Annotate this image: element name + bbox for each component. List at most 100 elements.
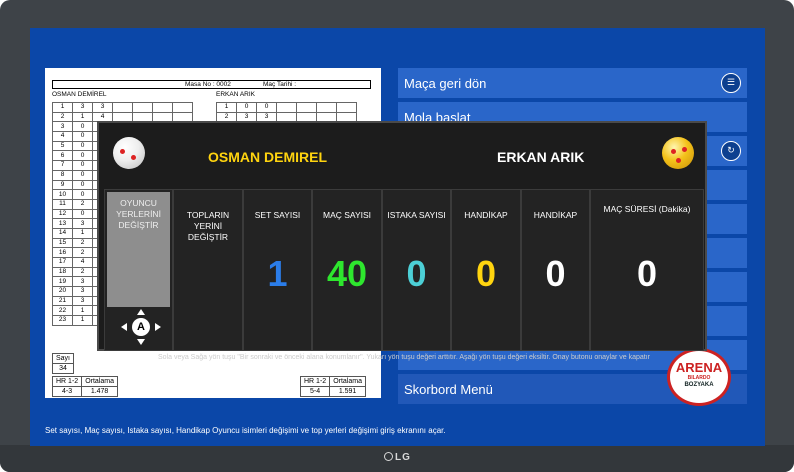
promo-text: ARENA (675, 360, 723, 375)
cue-count-value: 0 (406, 253, 427, 294)
sheet-player2: ERKAN ARIK (216, 91, 256, 98)
table-cell: 21 (52, 295, 73, 307)
cue-count-field[interactable]: ISTAKA SAYISI 0 (382, 189, 451, 351)
table-cell (336, 102, 357, 113)
table-cell: 3 (72, 295, 93, 307)
table-cell: 9 (52, 179, 73, 191)
yellow-ball-icon (662, 137, 694, 169)
right-hr: 5-4 (299, 386, 331, 397)
table-cell: 3 (52, 121, 73, 133)
table-row: 133 (52, 102, 193, 113)
match-duration-field[interactable]: MAÇ SÜRESİ (Dakika) 0 (590, 189, 704, 351)
swap-players-button[interactable]: OYUNCU YERLERİNİ DEĞİŞTİR A (104, 189, 173, 351)
table-cell: 23 (52, 315, 73, 326)
match-count-value: 40 (326, 253, 368, 294)
swap-balls-button[interactable]: TOPLARIN YERİNİ DEĞİŞTİR (173, 189, 243, 351)
brand-logo: LG (384, 452, 411, 463)
table-cell (172, 102, 193, 113)
table-cell (112, 102, 133, 113)
sayi-value: 34 (51, 363, 75, 374)
refresh-icon: ↻ (721, 141, 741, 161)
table-cell: 0 (72, 150, 93, 162)
table-cell: 3 (92, 102, 113, 113)
table-cell: 0 (72, 121, 93, 133)
white-ball-icon (113, 137, 145, 169)
column-label: HANDİKAP (533, 210, 578, 220)
table-cell: 17 (52, 257, 73, 268)
table-cell (152, 102, 173, 113)
table-cell: 2 (72, 198, 93, 210)
player1-name: OSMAN DEMIREL (208, 149, 327, 165)
table-row: 100 (216, 102, 357, 113)
table-cell: 0 (72, 131, 93, 142)
table-cell: 0 (72, 160, 93, 171)
table-cell: 19 (52, 276, 73, 288)
avg-label: Ortalama (329, 376, 366, 387)
sheet-player1: OSMAN DEMİREL (52, 91, 107, 98)
table-cell: 3 (72, 276, 93, 288)
table-cell: 14 (52, 227, 73, 239)
match-duration-value: 0 (636, 253, 658, 294)
table-cell: 1 (72, 227, 93, 239)
table-cell (276, 102, 297, 113)
table-cell: 4 (72, 257, 93, 268)
handicap2-field[interactable]: HANDİKAP 0 (521, 189, 590, 351)
match-count-field[interactable]: MAÇ SAYISI 40 (312, 189, 382, 351)
avg-label: Ortalama (81, 376, 118, 387)
table-cell: 8 (52, 169, 73, 181)
column-label: TOPLARIN YERİNİ DEĞİŞTİR (186, 210, 230, 242)
dpad-icon: A (121, 309, 161, 345)
table-cell: 6 (52, 150, 73, 162)
table-cell: 0 (72, 208, 93, 220)
table-cell: 0 (72, 169, 93, 181)
left-hr: 4-3 (51, 386, 83, 397)
table-cell: 1 (52, 102, 73, 113)
column-label: OYUNCU YERLERİNİ DEĞİŞTİR (116, 198, 161, 230)
table-cell: 22 (52, 305, 73, 317)
table-cell: 1 (72, 315, 93, 326)
dpad-center: A (132, 318, 150, 336)
sayi-label: Sayı (51, 353, 75, 364)
handicap1-value: 0 (475, 253, 497, 294)
table-cell: 3 (72, 218, 93, 229)
table-cell: 0 (256, 102, 277, 113)
table-cell: 2 (72, 247, 93, 258)
table-cell: 7 (52, 160, 73, 171)
table-cell (296, 102, 317, 113)
hr-label: HR 1-2 (299, 376, 331, 387)
settings-columns: OYUNCU YERLERİNİ DEĞİŞTİR A TOPLARIN YER… (104, 189, 704, 351)
table-cell: 0 (72, 179, 93, 191)
sheet-header: Masa No : 0002 Maç Tarihi : (52, 80, 371, 89)
hr-label: HR 1-2 (51, 376, 83, 387)
bottom-hint: Set sayısı, Maç sayısı, Istaka sayısı, H… (45, 426, 446, 435)
set-count-field[interactable]: SET SAYISI 1 (243, 189, 312, 351)
column-label: MAÇ SÜRESİ (Dakika) (603, 204, 691, 214)
table-cell: 3 (72, 286, 93, 297)
table-cell: 3 (72, 102, 93, 113)
table-cell: 12 (52, 208, 73, 220)
table-cell: 16 (52, 247, 73, 258)
table-cell (132, 102, 153, 113)
table-cell: 0 (236, 102, 257, 113)
settings-dialog: OSMAN DEMIREL ERKAN ARIK OYUNCU YERLERİN… (97, 121, 707, 361)
list-icon: ☰ (721, 73, 741, 93)
left-hr-table: HR 1-2 Ortalama 4-3 1.478 (51, 376, 118, 397)
table-cell: 1 (72, 111, 93, 123)
table-cell: 15 (52, 237, 73, 249)
menu-item-resume[interactable]: Maça geri dön ☰ (398, 68, 747, 98)
handicap1-field[interactable]: HANDİKAP 0 (451, 189, 521, 351)
menu-label: Maça geri dön (404, 76, 487, 91)
table-cell: 2 (72, 237, 93, 249)
promo-text: BOZYAKA (684, 382, 714, 388)
match-date-label: Maç Tarihi : (263, 81, 297, 88)
set-count-value: 1 (267, 253, 288, 294)
table-cell: 20 (52, 286, 73, 297)
column-label: HANDİKAP (464, 210, 508, 220)
left-summary: Sayı 34 (51, 353, 75, 374)
table-cell: 4 (52, 131, 73, 142)
help-text: Sola veya Sağa yön tuşu "Bir sonraki ve … (157, 354, 650, 361)
table-cell: 0 (72, 189, 93, 200)
table-cell: 2 (72, 266, 93, 278)
table-cell: 2 (52, 111, 73, 123)
table-cell: 18 (52, 266, 73, 278)
